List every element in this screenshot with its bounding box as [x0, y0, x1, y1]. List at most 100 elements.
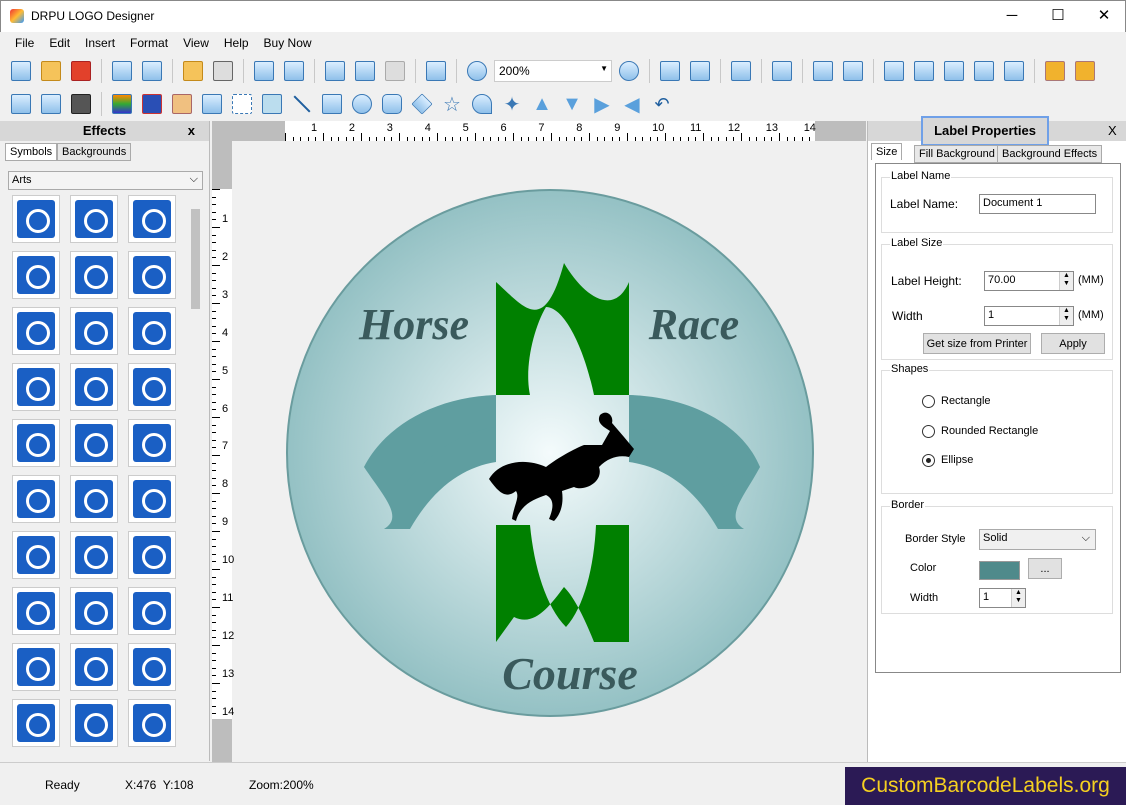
- ellipse-icon[interactable]: [349, 91, 375, 117]
- symbol-tile[interactable]: [12, 363, 60, 411]
- logo-text-course[interactable]: Course: [502, 648, 637, 699]
- arc-icon[interactable]: [469, 91, 495, 117]
- align-left-icon[interactable]: [881, 58, 907, 84]
- open-icon[interactable]: [38, 58, 64, 84]
- border-style-select[interactable]: Solid ⌵: [979, 529, 1096, 550]
- new-icon[interactable]: [8, 58, 34, 84]
- four-point-star-icon[interactable]: ✦: [499, 91, 525, 117]
- symbol-tile[interactable]: [70, 419, 118, 467]
- tab-symbols[interactable]: Symbols: [5, 143, 58, 161]
- users-icon[interactable]: [169, 91, 195, 117]
- undo-icon[interactable]: [251, 58, 277, 84]
- symbol-tile[interactable]: [12, 195, 60, 243]
- symbol-tile[interactable]: [70, 587, 118, 635]
- menu-edit[interactable]: Edit: [49, 32, 70, 50]
- symbol-tile[interactable]: [70, 699, 118, 747]
- symbol-tile[interactable]: [128, 587, 176, 635]
- symbol-tile[interactable]: [12, 643, 60, 691]
- logo-text-race[interactable]: Race: [648, 300, 739, 349]
- actual-size-icon[interactable]: [657, 58, 683, 84]
- star-icon[interactable]: ☆: [439, 91, 465, 117]
- zoom-out-icon[interactable]: [616, 58, 642, 84]
- menu-file[interactable]: File: [15, 32, 34, 50]
- triangle-left-icon[interactable]: ◀: [619, 91, 645, 117]
- triangle-down-icon[interactable]: ▼: [559, 91, 585, 117]
- symbol-tile[interactable]: [128, 643, 176, 691]
- symbol-tile[interactable]: [12, 307, 60, 355]
- align-bottom-icon[interactable]: [1001, 58, 1027, 84]
- logo-canvas[interactable]: Horse Race Course: [284, 187, 816, 719]
- border-width-spinner[interactable]: ▲ ▼: [1011, 589, 1025, 607]
- rounded-rectangle-icon[interactable]: [379, 91, 405, 117]
- label-name-input[interactable]: Document 1: [979, 194, 1096, 214]
- symbol-tile[interactable]: [128, 475, 176, 523]
- symbol-tile[interactable]: [128, 419, 176, 467]
- cut-icon[interactable]: [322, 58, 348, 84]
- symbol-tile[interactable]: [70, 643, 118, 691]
- menu-insert[interactable]: Insert: [85, 32, 115, 50]
- camera-icon[interactable]: [68, 91, 94, 117]
- image-icon[interactable]: [38, 91, 64, 117]
- symbol-tile[interactable]: [12, 531, 60, 579]
- shape-ellipse-label[interactable]: Ellipse: [941, 454, 973, 466]
- radio-rectangle[interactable]: [922, 395, 935, 408]
- lock-icon[interactable]: [1042, 58, 1068, 84]
- get-size-from-printer-button[interactable]: Get size from Printer: [923, 333, 1031, 354]
- logo-text-horse[interactable]: Horse: [358, 300, 469, 349]
- border-color-swatch[interactable]: [979, 561, 1020, 580]
- line-icon[interactable]: [289, 91, 315, 117]
- label-height-input[interactable]: 70.00 ▲ ▼: [984, 271, 1074, 291]
- symbol-tile[interactable]: [70, 307, 118, 355]
- send-backward-icon[interactable]: [840, 58, 866, 84]
- symbol-tile[interactable]: [128, 699, 176, 747]
- grid-icon[interactable]: [728, 58, 754, 84]
- symbol-tile[interactable]: [128, 531, 176, 579]
- shape-rectangle-label[interactable]: Rectangle: [941, 395, 991, 407]
- properties-icon[interactable]: [769, 58, 795, 84]
- bring-forward-icon[interactable]: [810, 58, 836, 84]
- background-icon[interactable]: [139, 91, 165, 117]
- zoom-select[interactable]: 200% ▼: [494, 60, 612, 82]
- triangle-right-icon[interactable]: ▶: [589, 91, 615, 117]
- apply-button[interactable]: Apply: [1041, 333, 1105, 354]
- border-width-input[interactable]: 1 ▲ ▼: [979, 588, 1026, 608]
- copy-icon[interactable]: [352, 58, 378, 84]
- height-spinner[interactable]: ▲ ▼: [1059, 272, 1073, 290]
- align-center-icon[interactable]: [941, 58, 967, 84]
- unlock-icon[interactable]: [1072, 58, 1098, 84]
- save-as-icon[interactable]: [139, 58, 165, 84]
- symbol-tile[interactable]: [12, 475, 60, 523]
- symbol-tile[interactable]: [70, 251, 118, 299]
- symbol-tile[interactable]: [128, 363, 176, 411]
- word-art-icon[interactable]: [199, 91, 225, 117]
- symbol-tile[interactable]: [70, 531, 118, 579]
- align-top-icon[interactable]: [971, 58, 997, 84]
- symbol-tile[interactable]: [128, 195, 176, 243]
- close-document-icon[interactable]: [68, 58, 94, 84]
- color-picker-button[interactable]: ...: [1028, 558, 1062, 579]
- layers-icon[interactable]: [109, 91, 135, 117]
- menu-view[interactable]: View: [183, 32, 209, 50]
- align-right-icon[interactable]: [911, 58, 937, 84]
- scrollbar-thumb[interactable]: [191, 209, 200, 309]
- diamond-icon[interactable]: [409, 91, 435, 117]
- radio-rounded-rectangle[interactable]: [922, 425, 935, 438]
- triangle-up-icon[interactable]: ▲: [529, 91, 555, 117]
- rectangle-icon[interactable]: [319, 91, 345, 117]
- tab-background-effects[interactable]: Background Effects: [997, 145, 1103, 163]
- symbol-tile[interactable]: [128, 307, 176, 355]
- curve-icon[interactable]: ↶: [649, 91, 675, 117]
- menu-buy-now[interactable]: Buy Now: [264, 32, 312, 50]
- category-select[interactable]: Arts ⌵: [8, 171, 203, 190]
- radio-ellipse[interactable]: [922, 454, 935, 467]
- print-icon[interactable]: [210, 58, 236, 84]
- properties-close-button[interactable]: X: [1108, 123, 1117, 138]
- watermark-icon[interactable]: [259, 91, 285, 117]
- menu-help[interactable]: Help: [224, 32, 249, 50]
- symbol-tile[interactable]: [128, 251, 176, 299]
- tab-fill-background[interactable]: Fill Background: [914, 145, 1000, 163]
- shape-rounded-rectangle-label[interactable]: Rounded Rectangle: [941, 425, 1038, 437]
- fit-to-window-icon[interactable]: [687, 58, 713, 84]
- effects-close-button[interactable]: x: [188, 121, 195, 141]
- symbol-tile[interactable]: [12, 699, 60, 747]
